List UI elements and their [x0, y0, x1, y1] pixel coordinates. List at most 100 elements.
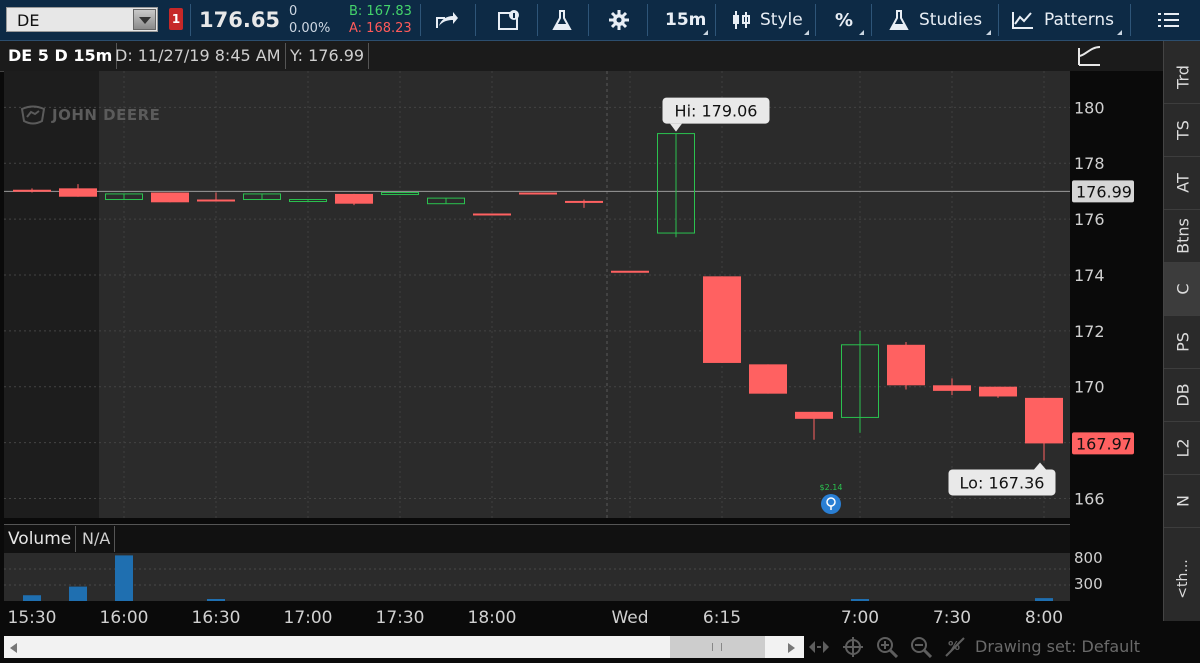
- toolbar-separator: [588, 4, 589, 36]
- candle-body-down: [887, 344, 925, 386]
- candle-body-down: [979, 386, 1017, 397]
- hi-label-text: Hi: 179.06: [675, 102, 758, 121]
- price-axis[interactable]: 180178176174172170168166176.99167.97: [1070, 71, 1163, 518]
- zoom-in-icon[interactable]: [876, 636, 898, 658]
- svg-text:%: %: [948, 639, 960, 653]
- patterns-icon[interactable]: [1010, 0, 1036, 40]
- flask-icon[interactable]: [543, 0, 581, 40]
- auto-scale-icon[interactable]: [1076, 43, 1104, 69]
- gear-icon[interactable]: [600, 0, 638, 40]
- volume-bar: [851, 599, 869, 601]
- tab-c[interactable]: C: [1164, 263, 1200, 316]
- y-readout: Y: 176.99: [286, 43, 370, 69]
- toolbar-separator: [647, 4, 648, 36]
- net-change: 0: [289, 4, 298, 19]
- candle-body-down: [749, 364, 787, 394]
- toolbar-separator: [871, 4, 872, 36]
- price-tick-label: 170: [1074, 378, 1105, 397]
- interval-dropdown-icon: [703, 30, 708, 35]
- time-tick-label: 6:15: [703, 608, 741, 628]
- lo-label-pointer: [1034, 462, 1046, 470]
- chart-header: DE 5 D 15m D: 11/27/19 8:45 AM Y: 176.99: [0, 41, 1163, 72]
- studies-dropdown-icon: [986, 30, 991, 35]
- watermark-text: JOHN DEERE: [52, 106, 161, 124]
- price-chart[interactable]: Hi: 179.06 Lo: 167.36 $2.14 JOHN DEERE: [4, 71, 1070, 518]
- tab-db[interactable]: DB: [1164, 369, 1200, 422]
- style-menu[interactable]: Style: [760, 0, 803, 40]
- volume-bar: [23, 595, 41, 601]
- candle-body-down: [933, 385, 971, 391]
- grid: [4, 71, 1070, 518]
- candle-body-down: [13, 189, 51, 192]
- crosshair-icon[interactable]: [842, 636, 864, 658]
- candle-body-down: [335, 193, 373, 204]
- interval-selector[interactable]: 15m: [665, 0, 706, 40]
- share-icon[interactable]: [428, 0, 466, 40]
- time-tick-label: 7:00: [841, 608, 879, 628]
- scroll-right-icon[interactable]: [788, 643, 795, 653]
- scroll-thumb[interactable]: [670, 636, 765, 658]
- patterns-menu[interactable]: Patterns: [1044, 0, 1114, 40]
- drawing-tool-icon[interactable]: %: [944, 636, 968, 658]
- chart-title: DE 5 D 15m: [4, 43, 118, 69]
- tab-at[interactable]: AT: [1164, 157, 1200, 210]
- zoom-controls: %: [808, 635, 968, 659]
- expand-horizontal-icon[interactable]: [808, 639, 830, 655]
- menu-list-icon[interactable]: [1150, 0, 1188, 40]
- tab-more[interactable]: <th...: [1164, 553, 1200, 605]
- time-tick-label: 17:00: [284, 608, 333, 628]
- horizontal-scrollbar[interactable]: [4, 636, 804, 658]
- volume-bars: [23, 555, 1053, 601]
- studies-flask-icon[interactable]: [886, 0, 912, 40]
- time-tick-label: 16:00: [100, 608, 149, 628]
- scroll-left-icon[interactable]: [10, 643, 17, 653]
- toolbar-separator: [190, 4, 191, 36]
- dividend-event-label: $2.14: [820, 483, 843, 492]
- time-tick-label: 17:30: [376, 608, 425, 628]
- time-tick-label: Wed: [611, 608, 648, 628]
- candle-body-down: [473, 213, 511, 216]
- studies-menu[interactable]: Studies: [919, 0, 982, 40]
- candle-body-down: [1025, 397, 1063, 444]
- toolbar-separator: [420, 4, 421, 36]
- price-tick-label: 166: [1074, 489, 1105, 508]
- tab-ts[interactable]: TS: [1164, 104, 1200, 157]
- last-price-tag-text: 167.97: [1076, 434, 1132, 453]
- time-axis-svg: 15:30 16:00 16:30 17:00 17:30 18:00 Wed 6:15 7:0…: [8, 608, 1064, 628]
- percent-dropdown-icon: [859, 30, 864, 35]
- tab-trd[interactable]: Trd: [1164, 51, 1200, 104]
- candlestick-style-icon[interactable]: [728, 0, 754, 40]
- tab-ps[interactable]: PS: [1164, 316, 1200, 369]
- tab-l2[interactable]: L2: [1164, 422, 1200, 475]
- chart-scroll-area: % Drawing set: Default: [0, 632, 1163, 660]
- volume-bar: [207, 599, 225, 601]
- link-flag-icon[interactable]: 1: [169, 8, 183, 30]
- tab-n[interactable]: N: [1164, 475, 1200, 528]
- volume-axis: 800 300: [1070, 549, 1163, 601]
- crosshair-price-text: 176.99: [1076, 182, 1132, 201]
- time-tick-label: 8:00: [1025, 608, 1063, 628]
- price-tick-label: 174: [1074, 266, 1105, 285]
- lo-label-text: Lo: 167.36: [960, 473, 1045, 492]
- volume-bar: [69, 586, 87, 601]
- candle-body-up: [381, 192, 419, 196]
- symbol-text: DE: [17, 11, 40, 30]
- hi-label-pointer: [670, 123, 682, 132]
- price-axis-svg: 180178176174172170168166176.99167.97: [1072, 98, 1134, 508]
- style-dropdown-icon: [804, 30, 809, 35]
- drawing-set-label[interactable]: Drawing set: Default: [975, 637, 1140, 656]
- symbol-dropdown-button[interactable]: [133, 9, 156, 30]
- toolbar-separator: [1130, 4, 1131, 36]
- message-info-icon[interactable]: [490, 0, 528, 40]
- time-axis[interactable]: 15:30 16:00 16:30 17:00 17:30 18:00 Wed 6:15 7:0…: [0, 602, 1163, 632]
- percent-change: 0.00%: [289, 21, 331, 36]
- price-tick-label: 180: [1074, 98, 1105, 117]
- percent-icon[interactable]: %: [825, 0, 863, 40]
- price-tick-label: 178: [1074, 154, 1105, 173]
- volume-chart[interactable]: [4, 553, 1070, 601]
- zoom-out-icon[interactable]: [910, 636, 932, 658]
- date-readout: D: 11/27/19 8:45 AM: [111, 43, 286, 69]
- tab-btns[interactable]: Btns: [1164, 210, 1200, 263]
- time-tick-label: 16:30: [192, 608, 241, 628]
- candles: [13, 133, 1063, 461]
